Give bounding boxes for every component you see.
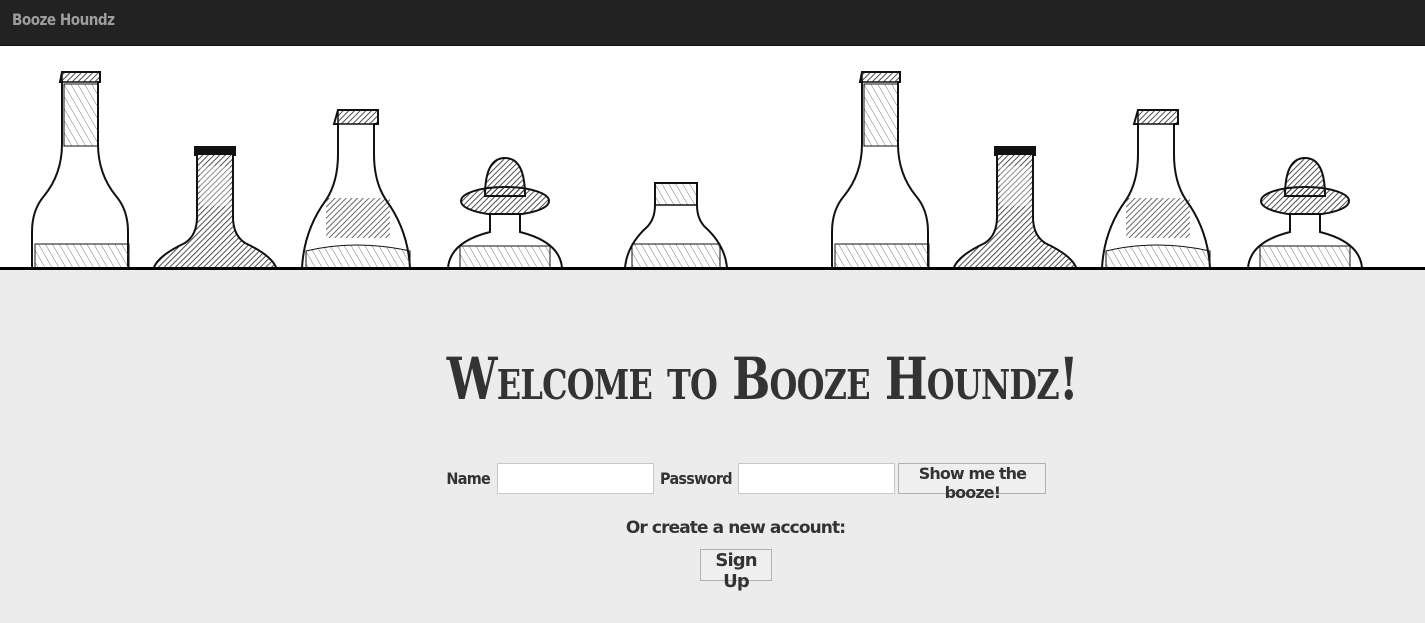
navbar: Booze Houndz [0, 0, 1425, 46]
password-label: Password [659, 469, 733, 488]
login-form: Name Password Show me the booze! [444, 463, 1047, 502]
signup-prompt: Or create a new account: [625, 518, 846, 538]
signup-button[interactable]: Sign Up [700, 549, 772, 592]
bottles-illustration [0, 71, 1425, 270]
welcome-heading: Welcome to Booze Houndz! [446, 345, 1079, 413]
name-input[interactable] [496, 463, 654, 494]
login-button[interactable]: Show me the booze! [898, 463, 1047, 502]
name-label: Name [446, 469, 491, 488]
password-input[interactable] [738, 463, 896, 494]
banner-image [0, 46, 1425, 270]
signup-container: Sign Up [700, 549, 772, 592]
brand-link[interactable]: Booze Houndz [12, 10, 115, 29]
